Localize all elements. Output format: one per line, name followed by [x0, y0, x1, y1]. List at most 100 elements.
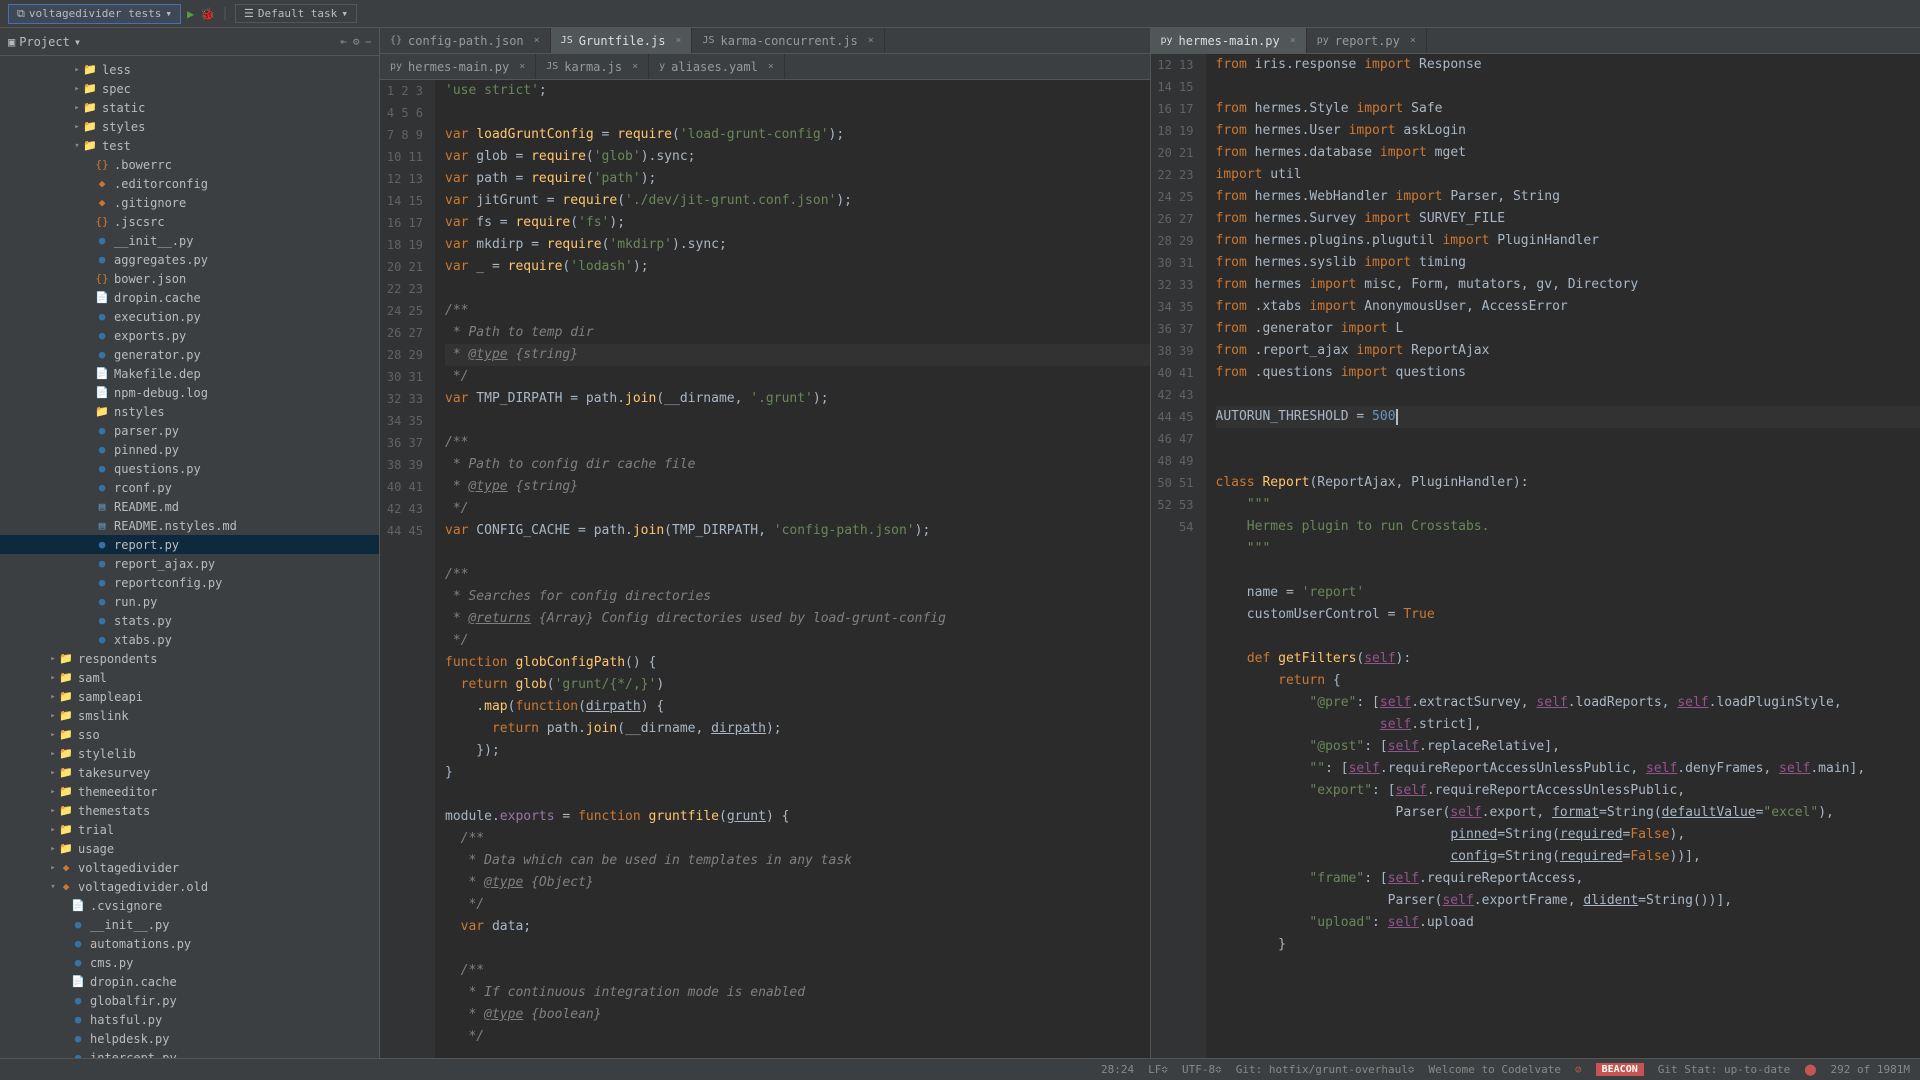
- tree-item[interactable]: ▸📁themestats: [0, 801, 379, 820]
- tree-item[interactable]: ●execution.py: [0, 307, 379, 326]
- tree-item[interactable]: ●reportconfig.py: [0, 573, 379, 592]
- task-icon: ☰: [244, 7, 254, 20]
- close-icon[interactable]: ×: [519, 61, 525, 72]
- run-icon[interactable]: ▶: [187, 7, 194, 21]
- warning-icon[interactable]: ⬤: [1804, 1063, 1816, 1076]
- close-icon[interactable]: ×: [675, 35, 681, 46]
- tree-item[interactable]: ▸📁stylelib: [0, 744, 379, 763]
- code-left[interactable]: 'use strict'; var loadGruntConfig = requ…: [435, 80, 1150, 1058]
- tree-item[interactable]: ▸📁respondents: [0, 649, 379, 668]
- editor-content-right[interactable]: 12 13 14 15 16 17 18 19 20 21 22 23 24 2…: [1151, 54, 1920, 1058]
- gear-icon[interactable]: ⚙: [353, 35, 360, 49]
- tree-item[interactable]: ●globalfir.py: [0, 991, 379, 1010]
- tree-item[interactable]: {}.jscsrc: [0, 212, 379, 231]
- tree-item[interactable]: ●cms.py: [0, 953, 379, 972]
- close-icon[interactable]: ×: [534, 35, 540, 46]
- tree-item[interactable]: ▸📁usage: [0, 839, 379, 858]
- editor-tab[interactable]: pyreport.py×: [1307, 28, 1427, 53]
- tree-item[interactable]: ●exports.py: [0, 326, 379, 345]
- editor-tab[interactable]: JSGruntfile.js×: [551, 28, 693, 53]
- chevron-down-icon: ▾: [341, 7, 348, 20]
- tree-item[interactable]: ●run.py: [0, 592, 379, 611]
- run-config-selector[interactable]: ⧉ voltagedivider tests ▾: [8, 4, 181, 24]
- close-icon[interactable]: ×: [1290, 35, 1296, 46]
- tree-item[interactable]: ▸📁sso: [0, 725, 379, 744]
- memory-indicator[interactable]: 292 of 1981M: [1831, 1063, 1910, 1076]
- editor-tab[interactable]: JSkarma.js×: [536, 54, 649, 79]
- tree-item[interactable]: ▸📁spec: [0, 79, 379, 98]
- tree-item[interactable]: ▸📁styles: [0, 117, 379, 136]
- tree-item[interactable]: ●stats.py: [0, 611, 379, 630]
- tree-item[interactable]: ▤README.nstyles.md: [0, 516, 379, 535]
- tree-item[interactable]: ◆.gitignore: [0, 193, 379, 212]
- beacon-badge[interactable]: BEACON: [1596, 1063, 1644, 1076]
- tree-item[interactable]: ▸📁themeeditor: [0, 782, 379, 801]
- tree-item[interactable]: ●automations.py: [0, 934, 379, 953]
- tree-item[interactable]: ●generator.py: [0, 345, 379, 364]
- run-config-label: voltagedivider tests: [29, 7, 161, 20]
- tree-item[interactable]: ▸◆voltagedivider: [0, 858, 379, 877]
- editor-tab[interactable]: {}config-path.json×: [380, 28, 551, 53]
- encoding[interactable]: UTF-8≎: [1182, 1063, 1222, 1076]
- tree-item[interactable]: ●helpdesk.py: [0, 1029, 379, 1048]
- welcome-text: Welcome to Codelvate: [1429, 1063, 1561, 1076]
- tree-item[interactable]: {}bower.json: [0, 269, 379, 288]
- default-task-selector[interactable]: ☰ Default task ▾: [235, 4, 357, 23]
- tree-item[interactable]: 📄dropin.cache: [0, 972, 379, 991]
- cursor-position[interactable]: 28:24: [1101, 1063, 1134, 1076]
- tree-item[interactable]: ●hatsful.py: [0, 1010, 379, 1029]
- chevron-down-icon: ▾: [74, 35, 81, 49]
- tree-item[interactable]: ▤README.md: [0, 497, 379, 516]
- error-icon[interactable]: ⊘: [1575, 1063, 1582, 1076]
- tree-item[interactable]: ▾📁test: [0, 136, 379, 155]
- tree-item[interactable]: ▾◆voltagedivider.old: [0, 877, 379, 896]
- tree-item[interactable]: ▸📁trial: [0, 820, 379, 839]
- tree-item[interactable]: ▸📁saml: [0, 668, 379, 687]
- tree-item[interactable]: ▸📁takesurvey: [0, 763, 379, 782]
- tree-item[interactable]: ▸📁less: [0, 60, 379, 79]
- tree-item[interactable]: ▸📁sampleapi: [0, 687, 379, 706]
- close-icon[interactable]: ×: [1410, 35, 1416, 46]
- git-stat[interactable]: Git Stat: up-to-date: [1658, 1063, 1790, 1076]
- gutter-right: 12 13 14 15 16 17 18 19 20 21 22 23 24 2…: [1151, 54, 1206, 1058]
- tree-item[interactable]: ●intercept.py: [0, 1048, 379, 1058]
- tab-bar-right: pyhermes-main.py×pyreport.py×: [1151, 28, 1920, 54]
- editor-tab[interactable]: pyhermes-main.py×: [380, 54, 536, 79]
- tree-item[interactable]: ●__init__.py: [0, 231, 379, 250]
- code-right[interactable]: from iris.response import Response from …: [1206, 54, 1920, 1058]
- close-icon[interactable]: ×: [868, 35, 874, 46]
- tree-item[interactable]: ◆.editorconfig: [0, 174, 379, 193]
- debug-icon[interactable]: 🐞: [200, 7, 215, 21]
- tree-item[interactable]: ●report_ajax.py: [0, 554, 379, 573]
- close-icon[interactable]: ×: [768, 61, 774, 72]
- collapse-icon[interactable]: ⇤: [340, 35, 347, 49]
- tree-item[interactable]: ●rconf.py: [0, 478, 379, 497]
- tree-item[interactable]: ●parser.py: [0, 421, 379, 440]
- tree-item[interactable]: ●xtabs.py: [0, 630, 379, 649]
- left-editor-pane: {}config-path.json×JSGruntfile.js×JSkarm…: [380, 28, 1151, 1058]
- tree-item[interactable]: ●report.py: [0, 535, 379, 554]
- tree-item[interactable]: {}.bowerrc: [0, 155, 379, 174]
- hide-icon[interactable]: ⎯: [366, 35, 372, 49]
- tree-item[interactable]: 📄dropin.cache: [0, 288, 379, 307]
- tree-item[interactable]: ●questions.py: [0, 459, 379, 478]
- tree-item[interactable]: ●pinned.py: [0, 440, 379, 459]
- project-tree[interactable]: ▸📁less▸📁spec▸📁static▸📁styles▾📁test{}.bow…: [0, 56, 379, 1058]
- tree-item[interactable]: 📁nstyles: [0, 402, 379, 421]
- close-icon[interactable]: ×: [632, 61, 638, 72]
- tree-item[interactable]: ●aggregates.py: [0, 250, 379, 269]
- tree-item[interactable]: ●__init__.py: [0, 915, 379, 934]
- tree-item[interactable]: 📄.cvsignore: [0, 896, 379, 915]
- editor-tab[interactable]: yaliases.yaml×: [649, 54, 785, 79]
- editor-content-left[interactable]: 1 2 3 4 5 6 7 8 9 10 11 12 13 14 15 16 1…: [380, 80, 1150, 1058]
- editor-tab[interactable]: pyhermes-main.py×: [1151, 28, 1307, 53]
- project-title[interactable]: ▣ Project ▾: [8, 35, 81, 49]
- tree-item[interactable]: 📄Makefile.dep: [0, 364, 379, 383]
- tree-item[interactable]: ▸📁smslink: [0, 706, 379, 725]
- git-branch[interactable]: Git: hotfix/grunt-overhaul≎: [1236, 1063, 1415, 1076]
- editor-tab[interactable]: JSkarma-concurrent.js×: [692, 28, 884, 53]
- tree-item[interactable]: 📄npm-debug.log: [0, 383, 379, 402]
- tab-bar-bottom: pyhermes-main.py×JSkarma.js×yaliases.yam…: [380, 54, 1150, 80]
- line-ending[interactable]: LF≎: [1148, 1063, 1168, 1076]
- tree-item[interactable]: ▸📁static: [0, 98, 379, 117]
